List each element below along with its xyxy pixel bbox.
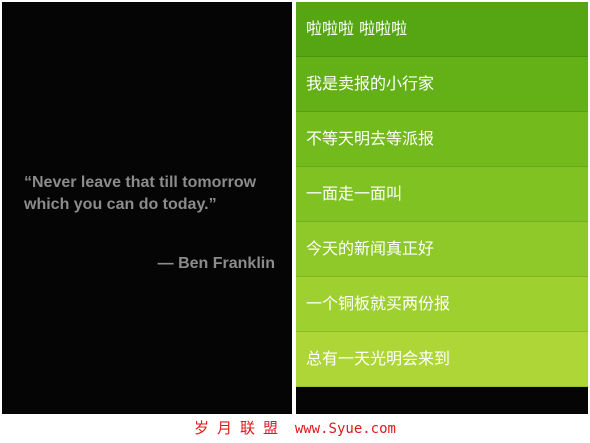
song-list: 啦啦啦 啦啦啦 我是卖报的小行家 不等天明去等派报 一面走一面叫 今天的新闻真正… — [296, 2, 588, 387]
watermark-site-name: 岁月联盟 — [194, 419, 287, 437]
list-item-label: 不等天明去等派报 — [306, 129, 435, 148]
watermark-url: www.Syue.com — [294, 421, 396, 437]
list-item-label: 啦啦啦 啦啦啦 — [306, 19, 408, 38]
quote-screen: “Never leave that till tomorrow which yo… — [2, 2, 292, 414]
watermark: 岁月联盟 www.Syue.com — [0, 414, 590, 442]
quote-text: “Never leave that till tomorrow which yo… — [24, 174, 257, 213]
list-item-label: 一个铜板就买两份报 — [306, 294, 451, 313]
quote-author: — Ben Franklin — [157, 255, 275, 272]
list-item-label: 今天的新闻真正好 — [306, 239, 435, 258]
list-item[interactable]: 我是卖报的小行家 — [296, 57, 588, 112]
list-item[interactable]: 总有一天光明会来到 — [296, 332, 588, 387]
list-item-label: 总有一天光明会来到 — [306, 349, 451, 368]
list-item-label: 我是卖报的小行家 — [306, 74, 435, 93]
list-item[interactable]: 啦啦啦 啦啦啦 — [296, 2, 588, 57]
list-item[interactable]: 不等天明去等派报 — [296, 112, 588, 167]
list-item-label: 一面走一面叫 — [306, 184, 403, 203]
list-screen: 啦啦啦 啦啦啦 我是卖报的小行家 不等天明去等派报 一面走一面叫 今天的新闻真正… — [296, 2, 588, 414]
list-item[interactable]: 今天的新闻真正好 — [296, 222, 588, 277]
list-item[interactable]: 一个铜板就买两份报 — [296, 277, 588, 332]
list-item[interactable]: 一面走一面叫 — [296, 167, 588, 222]
screenshot-frame: “Never leave that till tomorrow which yo… — [0, 0, 590, 442]
